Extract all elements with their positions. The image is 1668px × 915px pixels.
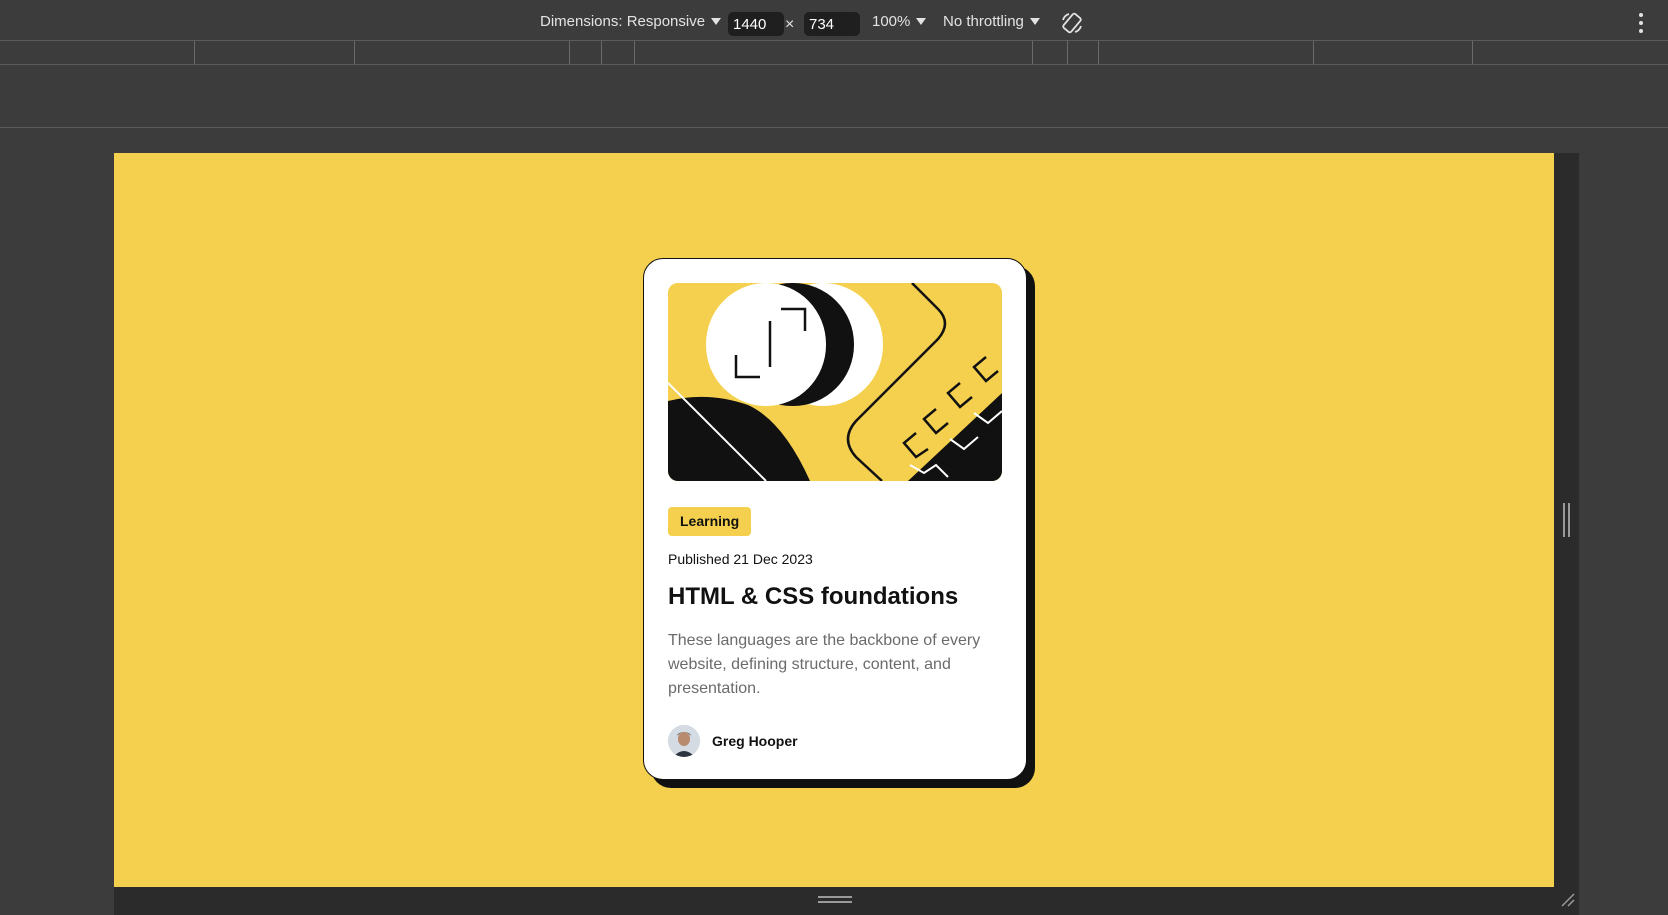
published-date: Published 21 Dec 2023 xyxy=(668,551,813,567)
dimensions-dropdown[interactable]: Dimensions: Responsive xyxy=(540,13,722,30)
dimensions-label: Dimensions: Responsive xyxy=(540,13,706,30)
category-tag: Learning xyxy=(668,507,752,536)
author-name: Greg Hooper xyxy=(712,733,798,749)
avatar-image xyxy=(668,725,700,757)
device-toolbar: Dimensions: Responsive × 100% No throttl… xyxy=(0,0,1668,40)
throttling-dropdown[interactable]: No throttling xyxy=(943,13,1040,30)
resize-handle-icon[interactable] xyxy=(1558,890,1576,908)
width-input[interactable] xyxy=(728,12,784,36)
resize-handle-icon[interactable] xyxy=(1563,503,1571,537)
dropdown-arrow-icon xyxy=(711,18,722,25)
card-illustration xyxy=(668,283,1002,481)
dropdown-arrow-icon xyxy=(916,18,927,25)
avatar xyxy=(668,725,700,757)
times-separator: × xyxy=(785,16,795,33)
zoom-dropdown[interactable]: 100% xyxy=(872,13,927,30)
resize-handle-icon[interactable] xyxy=(818,896,852,906)
dropdown-arrow-icon xyxy=(1029,18,1040,25)
throttling-label: No throttling xyxy=(943,13,1024,30)
card-title[interactable]: HTML & CSS foundations xyxy=(668,583,958,611)
card-description: These languages are the backbone of ever… xyxy=(668,632,981,697)
page-viewport: Learning Published 21 Dec 2023 HTML & CS… xyxy=(114,153,1554,887)
blog-preview-card: Learning Published 21 Dec 2023 HTML & CS… xyxy=(643,258,1027,780)
author-block: Greg Hooper xyxy=(668,725,798,757)
device-frame-band xyxy=(0,65,1668,128)
zoom-label: 100% xyxy=(872,13,911,30)
more-options-icon[interactable] xyxy=(1638,13,1644,33)
rotate-device-icon[interactable] xyxy=(1060,11,1084,35)
illustration-graphic xyxy=(668,283,1002,481)
height-input[interactable] xyxy=(804,12,860,36)
media-query-ruler xyxy=(0,40,1668,65)
